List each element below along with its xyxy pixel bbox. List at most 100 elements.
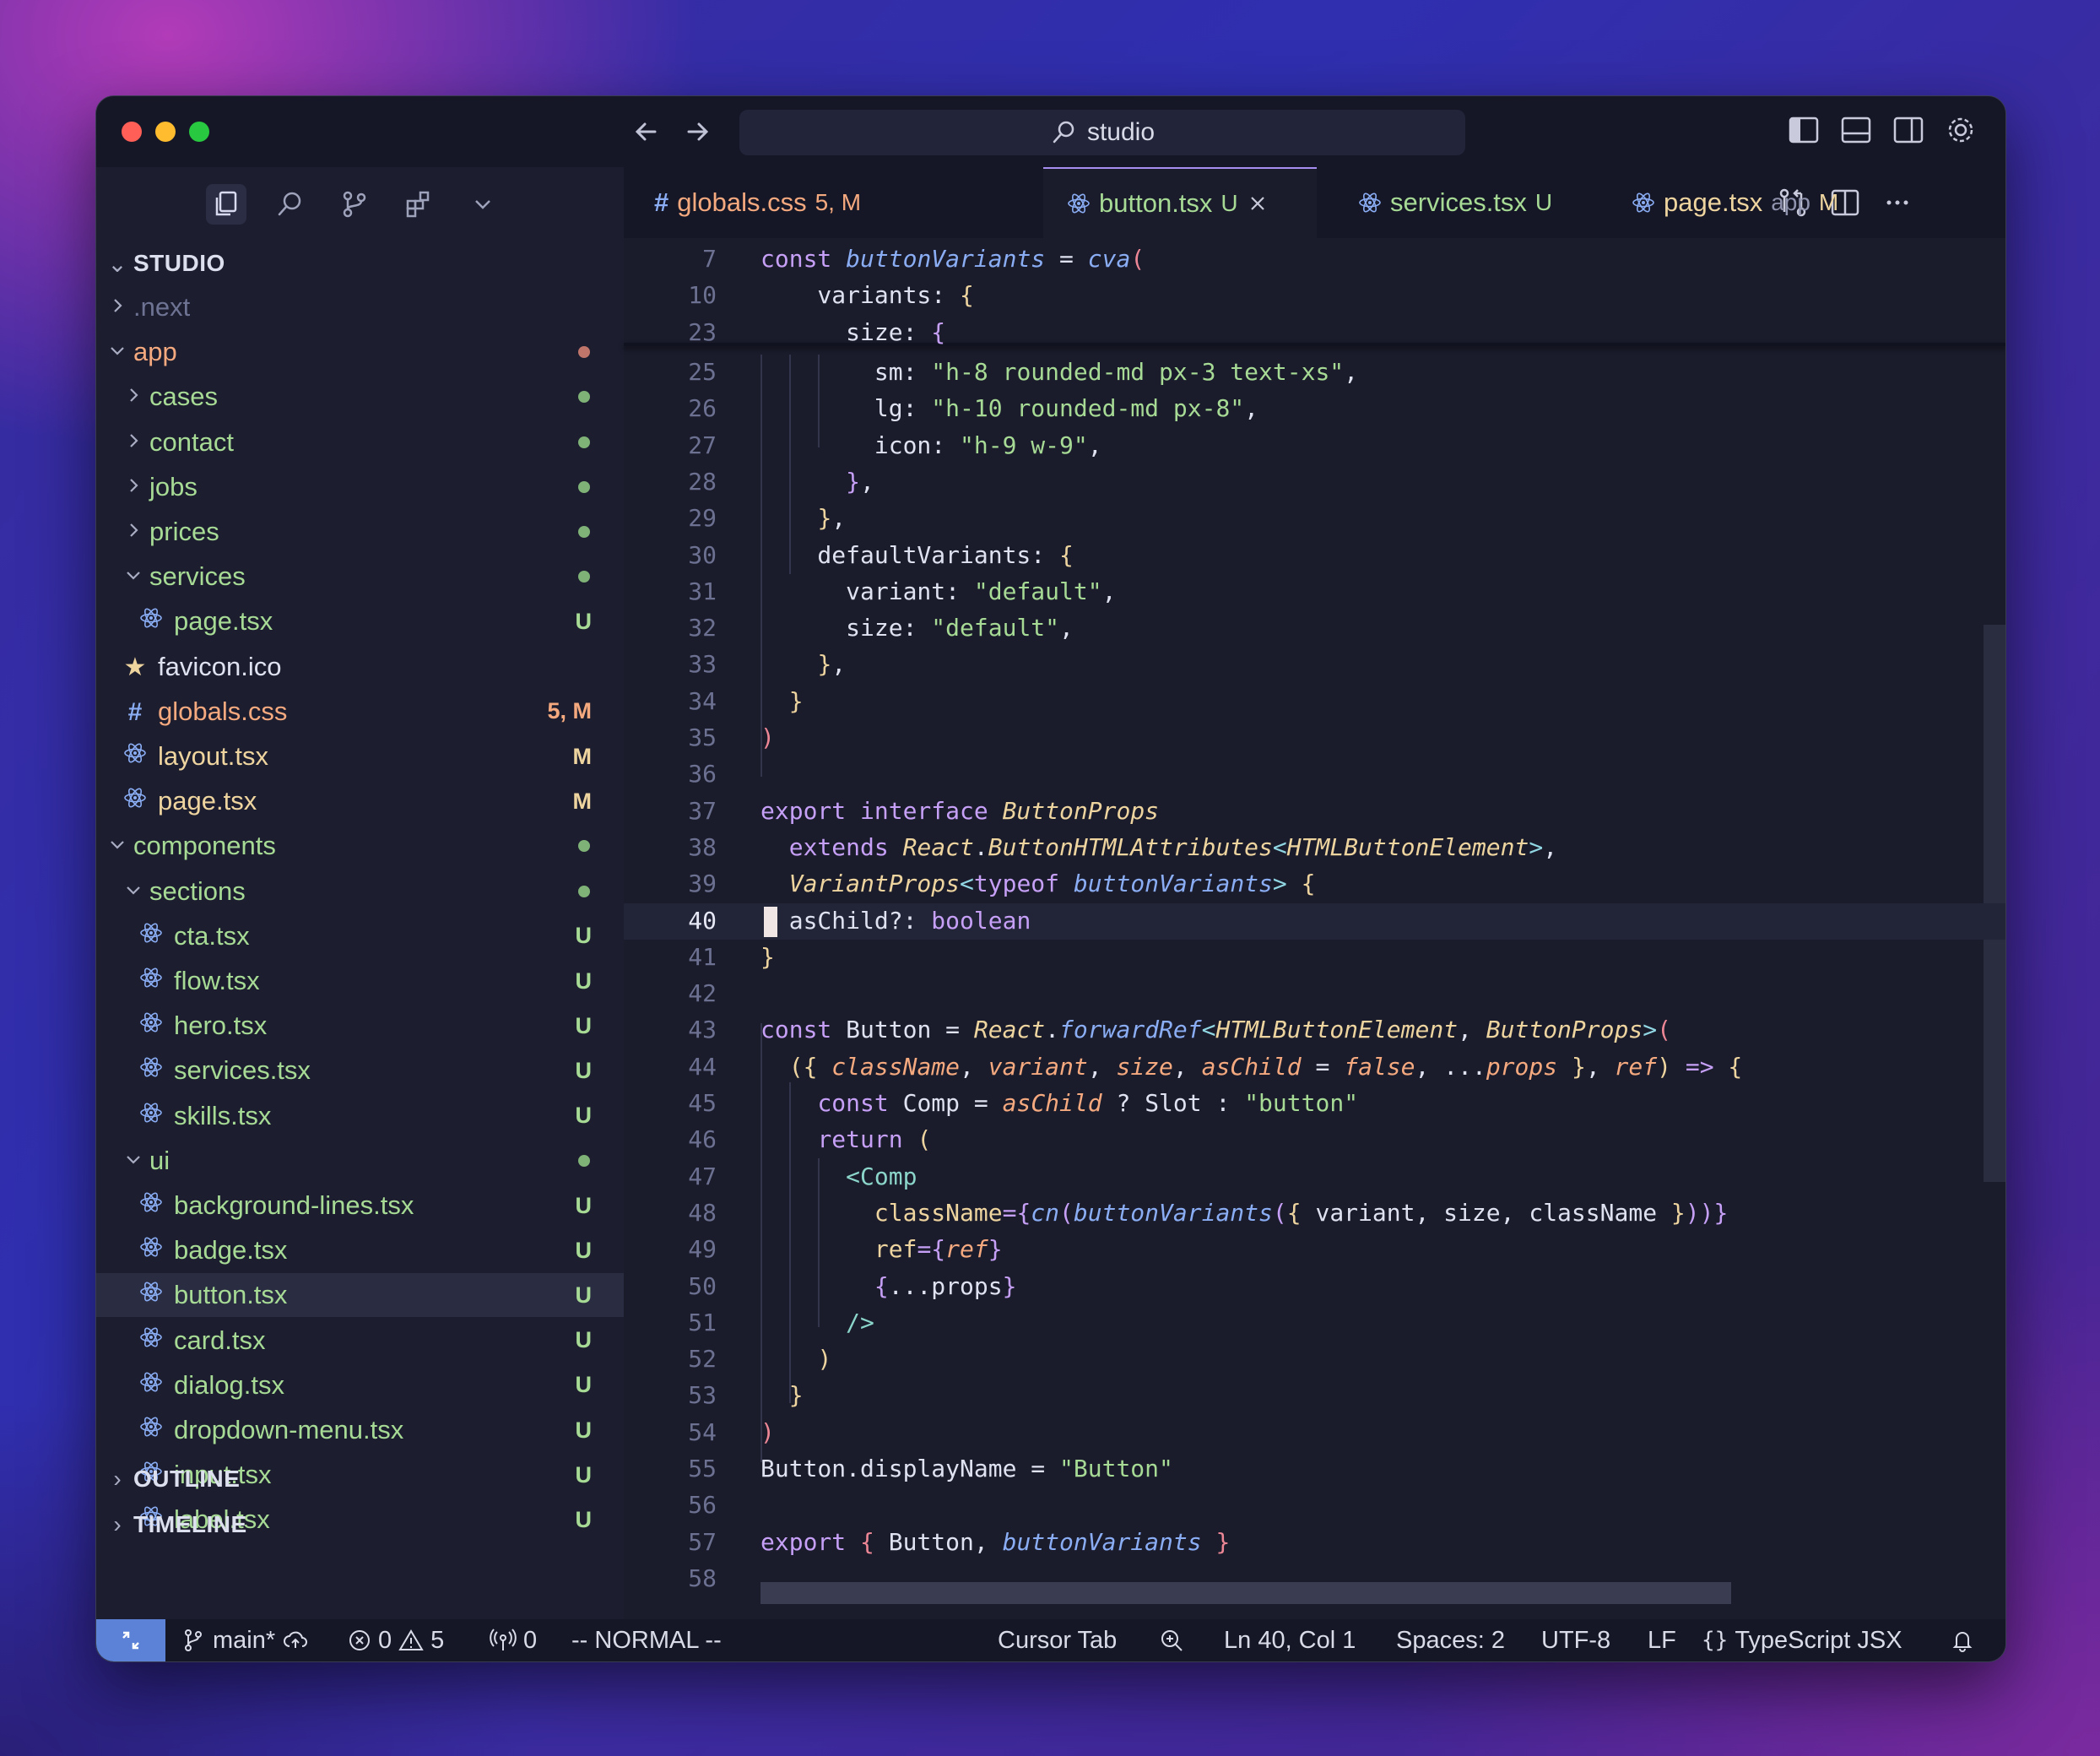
git-status-badge: 5, M (547, 698, 592, 724)
line-number: 29 (688, 504, 717, 533)
file-item[interactable]: dialog.tsx U (96, 1363, 624, 1407)
code-token: cva (1087, 245, 1131, 273)
code-token: } (1670, 1198, 1686, 1227)
close-window-button[interactable] (122, 122, 142, 142)
code-token: > (1272, 870, 1302, 898)
file-item[interactable]: services.tsx U (96, 1049, 624, 1092)
item-label: ui (149, 1145, 170, 1175)
line-number: 10 (688, 281, 717, 310)
back-arrow-icon[interactable] (630, 115, 663, 155)
folder-item[interactable]: .next (96, 285, 624, 329)
zoom-icon[interactable] (1158, 1619, 1185, 1661)
code-token: , (1087, 1052, 1117, 1081)
explorer-root-header[interactable]: ⌄ STUDIO (96, 241, 624, 285)
folder-item[interactable]: jobs (96, 465, 624, 509)
react-file-icon (122, 741, 148, 772)
command-center-search[interactable]: studio (739, 110, 1465, 155)
toggle-secondary-sidebar-icon[interactable] (1892, 113, 1925, 147)
maximize-window-button[interactable] (189, 122, 209, 142)
settings-gear-icon[interactable] (1944, 113, 1978, 147)
line-number: 54 (688, 1417, 717, 1446)
file-item[interactable]: hero.tsx U (96, 1004, 624, 1048)
code-token: , (960, 1052, 988, 1081)
code-token: , (1244, 394, 1259, 423)
cursor-position[interactable]: Ln 40, Col 1 (1224, 1619, 1356, 1661)
file-item[interactable]: dropdown-menu.tsx U (96, 1408, 624, 1452)
code-token: ... (888, 1271, 932, 1300)
code-token: <Comp (846, 1162, 917, 1190)
file-item[interactable]: button.tsx U (96, 1273, 624, 1318)
extensions-icon[interactable] (398, 184, 439, 225)
encoding[interactable]: UTF-8 (1541, 1619, 1610, 1661)
file-item[interactable]: # globals.css 5, M (96, 690, 624, 734)
code-token: . (973, 832, 988, 861)
source-control-icon[interactable] (334, 184, 375, 225)
folder-item[interactable]: cases (96, 375, 624, 419)
code-line: VariantProps<typeof buttonVariants> { (760, 870, 1316, 898)
chevron-down-icon[interactable] (463, 184, 503, 225)
tab-git-status: M (1818, 189, 1839, 215)
notifications-bell-icon[interactable] (1950, 1619, 1975, 1661)
file-item[interactable]: badge.tsx U (96, 1228, 624, 1272)
remote-indicator[interactable] (96, 1619, 165, 1661)
code-line: return ( (760, 1125, 931, 1153)
code-editor[interactable]: 7 const buttonVariants = cva(10 variants:… (624, 238, 2005, 1619)
forward-arrow-icon[interactable] (680, 115, 714, 155)
code-token: ref (945, 1235, 988, 1264)
code-token: , (860, 467, 874, 496)
chevron-right-icon (122, 518, 144, 545)
react-file-icon (138, 1370, 164, 1401)
file-item[interactable]: page.tsx U (96, 599, 624, 643)
code-token: } (788, 686, 804, 715)
line-number: 7 (702, 245, 717, 273)
minimize-window-button[interactable] (155, 122, 176, 142)
modified-dot (578, 571, 590, 583)
problems-indicator[interactable]: 0 5 (348, 1619, 444, 1661)
item-label: dropdown-menu.tsx (174, 1415, 404, 1444)
folder-item[interactable]: prices (96, 510, 624, 554)
file-item[interactable]: flow.tsx U (96, 959, 624, 1003)
file-item[interactable]: card.tsx U (96, 1319, 624, 1363)
folder-item[interactable]: services (96, 555, 624, 599)
code-line: icon: "h-9 w-9", (760, 431, 1102, 459)
item-label: page.tsx (174, 606, 273, 637)
sidebar-activity-bar (96, 167, 624, 238)
code-token: , (1172, 1052, 1202, 1081)
toggle-panel-icon[interactable] (1839, 113, 1873, 147)
branch-indicator[interactable]: main* (181, 1619, 309, 1661)
editor-tab[interactable]: services.tsx U (1333, 167, 1586, 238)
end-of-line[interactable]: LF (1648, 1619, 1676, 1661)
folder-item[interactable]: sections (96, 870, 624, 913)
folder-item[interactable]: app (96, 330, 624, 374)
file-item[interactable]: ★ favicon.ico (96, 645, 624, 689)
toggle-primary-sidebar-icon[interactable] (1787, 113, 1821, 147)
file-item[interactable]: background-lines.tsx U (96, 1184, 624, 1228)
more-actions-icon[interactable] (1881, 186, 1914, 220)
react-file-icon (138, 921, 164, 951)
timeline-section-header[interactable]: › TIMELINE (96, 1503, 624, 1547)
item-label: globals.css (158, 696, 288, 726)
folder-item[interactable]: contact (96, 420, 624, 464)
editor-tab[interactable]: button.tsx U (1043, 167, 1317, 238)
code-token: sm: (760, 358, 932, 386)
close-icon[interactable] (1247, 192, 1269, 214)
ports-indicator[interactable]: 0 (490, 1619, 537, 1661)
file-item[interactable]: page.tsx M (96, 779, 624, 823)
editor-tab[interactable]: page.tsx app M (1632, 167, 1851, 238)
folder-item[interactable]: components (96, 824, 624, 868)
horizontal-scrollbar[interactable] (760, 1582, 1731, 1604)
search-icon[interactable] (270, 184, 311, 225)
cursor-tab-status[interactable]: Cursor Tab (998, 1619, 1117, 1661)
editor-tab[interactable]: # globals.css 5, M (624, 167, 874, 238)
explorer-files-icon[interactable] (206, 184, 246, 225)
outline-section-header[interactable]: › OUTLINE (96, 1457, 624, 1501)
editor-window: studio ⌄ STUDIO .next app cases contact … (95, 95, 2006, 1662)
language-mode[interactable]: {} TypeScript JSX (1702, 1619, 1902, 1661)
indentation[interactable]: Spaces: 2 (1396, 1619, 1505, 1661)
git-status-badge: U (575, 1192, 593, 1218)
file-item[interactable]: skills.tsx U (96, 1094, 624, 1138)
folder-item[interactable]: ui (96, 1139, 624, 1183)
file-item[interactable]: layout.tsx M (96, 734, 624, 778)
file-item[interactable]: cta.tsx U (96, 914, 624, 958)
